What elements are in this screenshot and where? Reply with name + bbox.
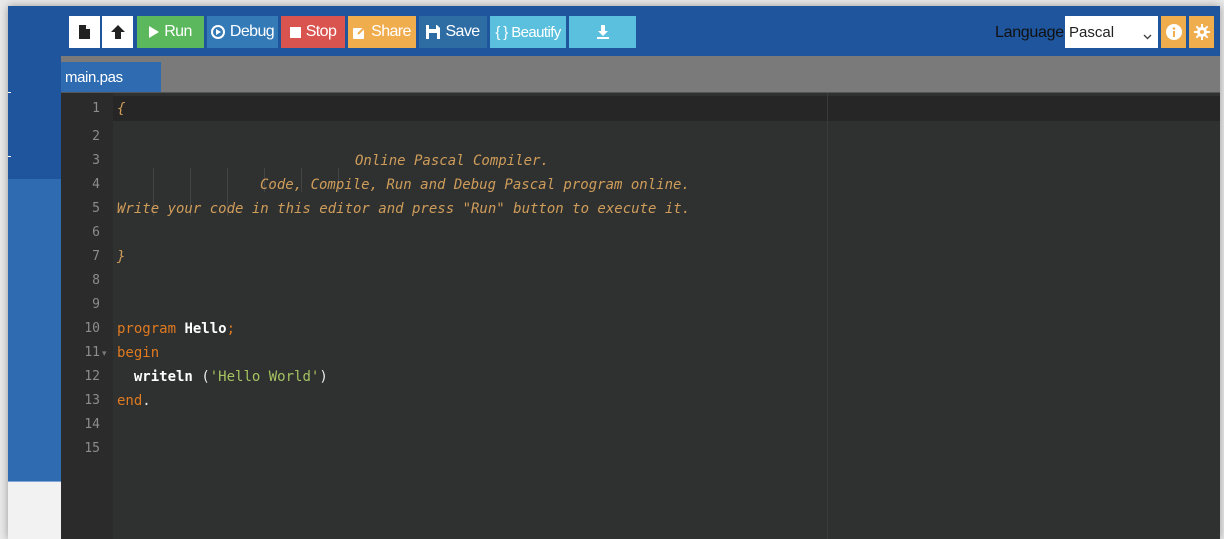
sidebar-item[interactable] — [8, 179, 61, 222]
code-line: end. — [117, 389, 151, 413]
code-editor[interactable]: 1 2 3 4 5 6 7 8 9 10 11 ▾ 12 13 14 15 { … — [61, 93, 1220, 539]
language-value: Pascal — [1069, 23, 1115, 41]
code-line: Online Pascal Compiler. — [355, 153, 549, 169]
punctuation-token: ( — [201, 369, 210, 385]
line-number: 13 — [84, 393, 100, 408]
line-number: 14 — [84, 417, 100, 432]
line-number: 8 — [92, 273, 100, 288]
sidebar — [8, 6, 61, 539]
share-icon — [353, 25, 367, 39]
code-line: program Hello; — [117, 317, 235, 341]
line-number: 7 — [92, 249, 100, 264]
beautify-label: { } Beautify — [495, 23, 561, 41]
ide-window: Run Debug Stop Share Save {} Beautify L… — [8, 6, 1220, 539]
stop-button[interactable]: Stop — [281, 16, 345, 48]
sidebar-item[interactable] — [8, 221, 61, 264]
code-line: begin — [117, 345, 160, 361]
file-icon — [79, 25, 90, 39]
info-button[interactable] — [1161, 16, 1186, 48]
line-number: 9 — [92, 297, 100, 312]
tab-label: main.pas — [65, 68, 123, 86]
fold-arrow-icon[interactable]: ▾ — [102, 341, 107, 365]
sidebar-item[interactable] — [8, 347, 61, 390]
identifier-token: Hello — [184, 321, 227, 337]
punctuation-token: . — [142, 393, 151, 409]
gear-icon — [1193, 24, 1210, 40]
sidebar-item[interactable] — [8, 389, 61, 432]
sidebar-marker — [8, 156, 11, 157]
code-line: Code, Compile, Run and Debug Pascal prog… — [260, 177, 690, 193]
upload-button[interactable] — [102, 16, 133, 48]
run-button[interactable]: Run — [137, 16, 204, 48]
line-number: 2 — [92, 129, 100, 144]
share-label: Share — [371, 23, 411, 40]
play-icon — [149, 26, 160, 38]
sidebar-item[interactable] — [8, 263, 61, 306]
code-line: Write your code in this editor and press… — [117, 201, 691, 217]
sidebar-panel-2[interactable] — [8, 121, 61, 180]
line-number: 1 — [92, 101, 100, 116]
line-number: 4 — [92, 177, 100, 192]
run-label: Run — [164, 23, 192, 40]
debug-label: Debug — [229, 23, 275, 40]
line-number: 11 — [84, 345, 100, 360]
stop-icon — [289, 26, 301, 38]
download-button[interactable] — [569, 16, 636, 48]
line-number: 6 — [92, 225, 100, 240]
new-file-button[interactable] — [69, 16, 100, 48]
toolbar: Run Debug Stop Share Save {} Beautify L… — [61, 6, 1220, 56]
download-icon — [596, 25, 609, 39]
stop-label: Stop — [305, 23, 337, 40]
beautify-button[interactable]: { } Beautify — [490, 16, 566, 48]
keyword-token: program — [117, 321, 177, 337]
print-margin — [827, 93, 828, 539]
info-icon — [1165, 24, 1182, 40]
share-button[interactable]: Share — [348, 16, 416, 48]
code-line: { — [117, 101, 126, 117]
line-number: 5 — [92, 201, 100, 216]
chevron-down-icon — [1143, 27, 1152, 44]
sidebar-item[interactable] — [8, 305, 61, 348]
language-label: Language — [995, 24, 1064, 41]
sidebar-item[interactable] — [8, 431, 61, 482]
punctuation-token: ) — [319, 369, 328, 385]
settings-button[interactable] — [1189, 16, 1214, 48]
tab-bar: main.pas — [61, 56, 1220, 93]
save-button[interactable]: Save — [419, 16, 487, 48]
active-line-highlight — [61, 96, 1220, 121]
keyword-token: end — [117, 393, 143, 409]
line-number: 15 — [84, 441, 100, 456]
identifier-token: writeln — [133, 369, 193, 385]
sidebar-panel-top[interactable] — [8, 6, 61, 122]
tab-main-pas[interactable]: main.pas — [61, 62, 161, 92]
sidebar-marker — [8, 92, 11, 93]
debug-icon — [210, 25, 225, 39]
save-label: Save — [445, 23, 480, 40]
upload-icon — [110, 25, 125, 39]
string-token: 'Hello World' — [209, 369, 320, 385]
code-line: } — [117, 249, 126, 265]
punctuation-token: ; — [226, 321, 236, 337]
code-line: writeln ('Hello World') — [117, 365, 328, 389]
language-select[interactable]: Pascal — [1065, 16, 1158, 48]
debug-button[interactable]: Debug — [207, 16, 278, 48]
line-number: 3 — [92, 153, 100, 168]
line-number: 12 — [84, 369, 100, 384]
save-icon — [426, 25, 441, 39]
line-number: 10 — [84, 321, 100, 336]
